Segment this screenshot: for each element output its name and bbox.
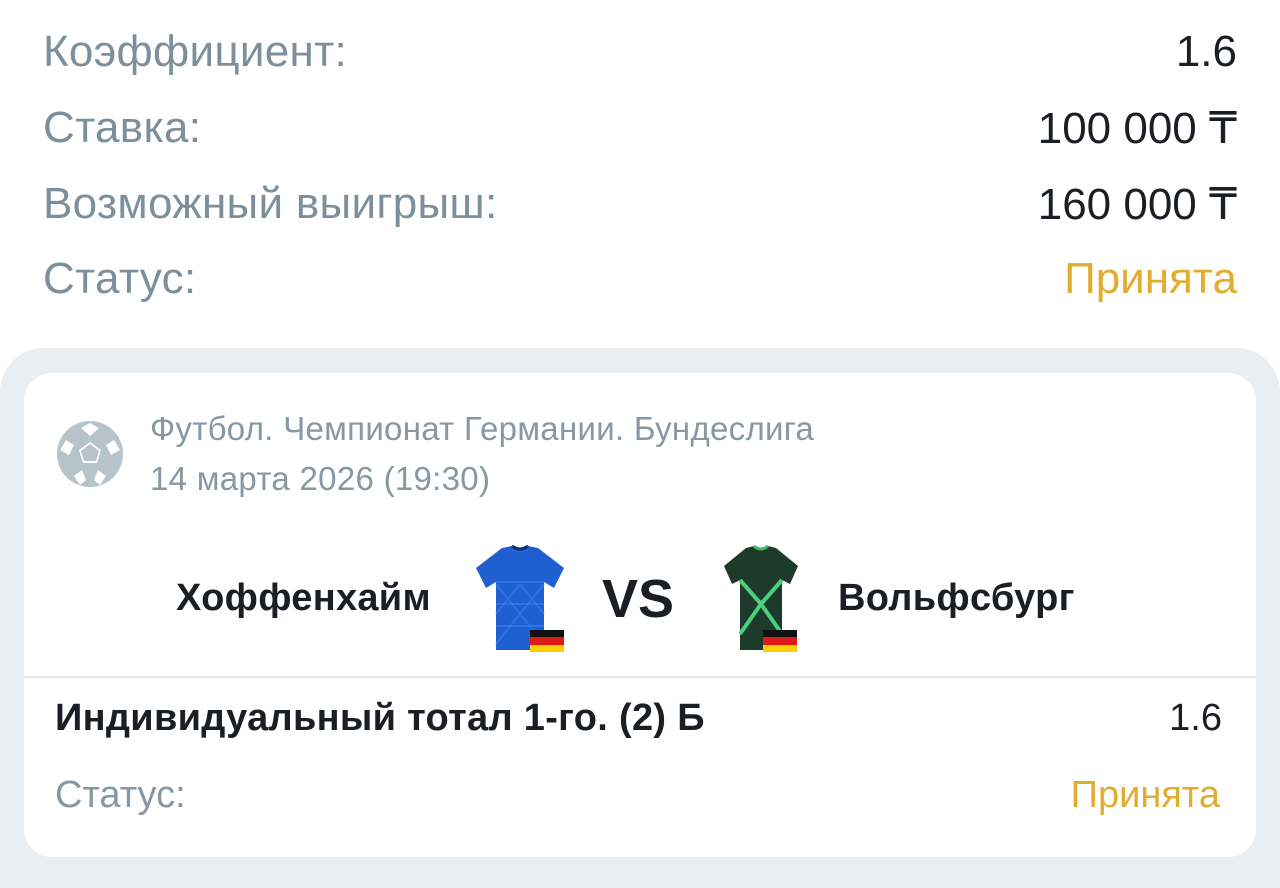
bet-market: Индивидуальный тотал 1-го. (2) Б [55, 697, 705, 739]
bet-odds: 1.6 [1169, 697, 1222, 739]
coefficient-row: Коэффициент: 1.6 [43, 22, 1237, 82]
payout-value: 160 000 ₸ [1037, 179, 1237, 229]
status-label: Статус: [43, 254, 197, 303]
germany-flag-icon [763, 630, 797, 652]
home-team-name: Хоффенхайм [176, 577, 431, 619]
divider [24, 676, 1256, 678]
payout-row: Возможный выигрыш: 160 000 ₸ [43, 174, 1237, 234]
status-row: Статус: Принята [43, 249, 1237, 309]
coefficient-label: Коэффициент: [43, 27, 348, 76]
coefficient-value: 1.6 [1175, 27, 1237, 76]
stake-row: Ставка: 100 000 ₸ [43, 98, 1237, 158]
league-name: Футбол. Чемпионат Германии. Бундеслига [150, 410, 815, 447]
stake-value: 100 000 ₸ [1037, 103, 1237, 153]
away-team-name: Вольфсбург [838, 577, 1075, 619]
payout-label: Возможный выигрыш: [43, 179, 498, 228]
versus-label: VS [602, 569, 675, 629]
bet-status-label: Статус: [55, 774, 186, 816]
bet-summary: Коэффициент: 1.6 Ставка: 100 000 ₸ Возмо… [0, 0, 1280, 345]
event-date: 14 марта 2026 (19:30) [150, 460, 491, 497]
germany-flag-icon [530, 630, 564, 652]
bet-status-value: Принята [1070, 774, 1220, 816]
soccer-ball-icon [57, 421, 123, 487]
status-value: Принята [1064, 254, 1237, 303]
stake-label: Ставка: [43, 103, 202, 152]
